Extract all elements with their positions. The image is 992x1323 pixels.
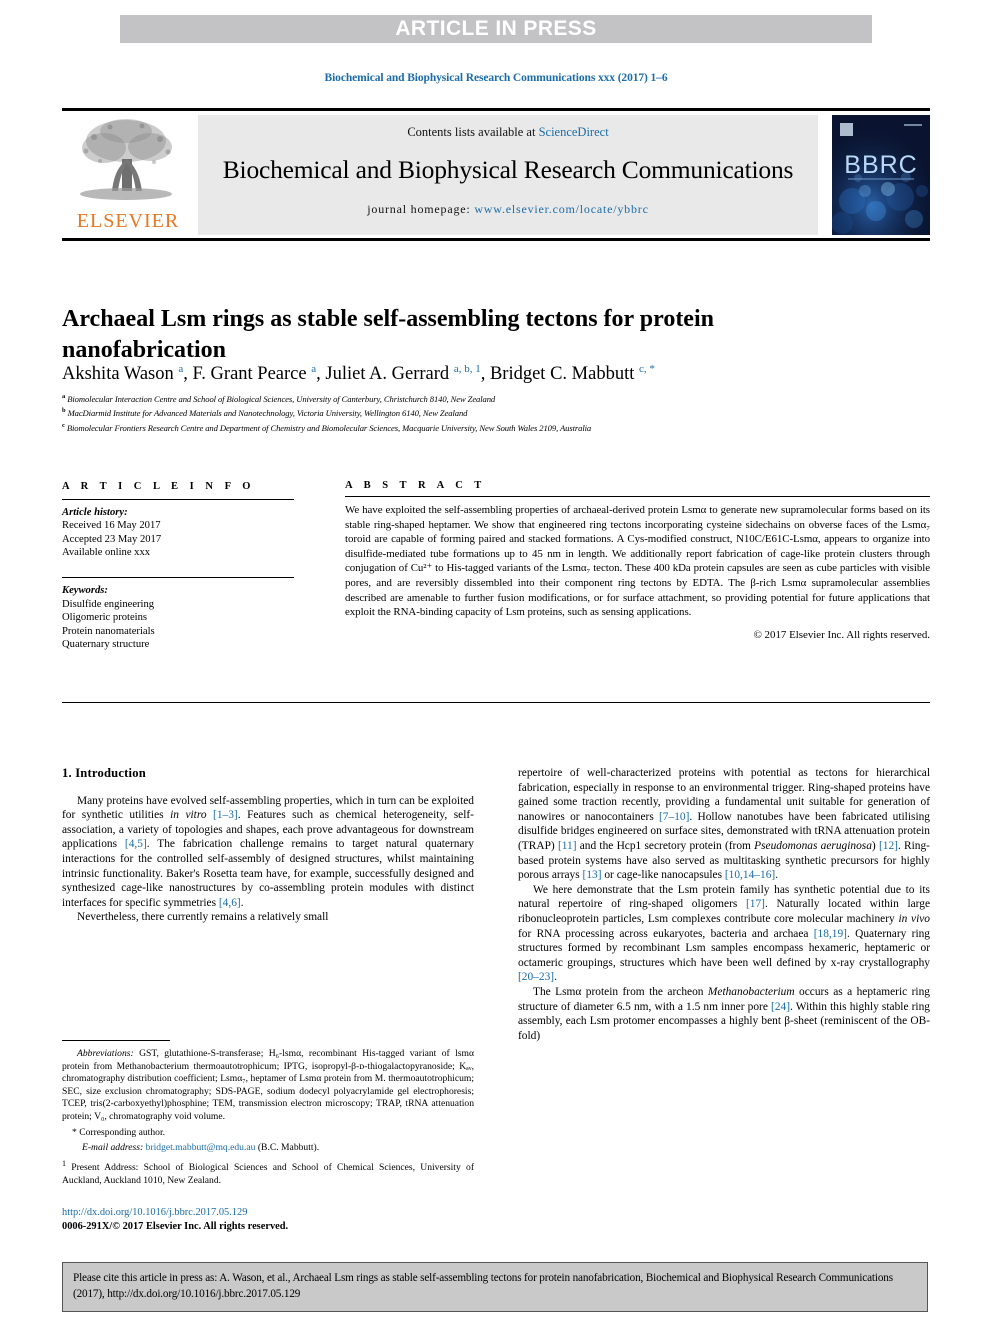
article-info-column: A R T I C L E I N F O Article history: R… xyxy=(62,480,294,652)
corresponding-author-text: Corresponding author. xyxy=(79,1126,166,1138)
body-column-left: 1. Introduction Many proteins have evolv… xyxy=(62,766,474,925)
history-accepted: Accepted 23 May 2017 xyxy=(62,533,162,545)
affiliation-item: c Biomolecular Frontiers Research Centre… xyxy=(62,420,922,434)
abstract-rule xyxy=(345,496,930,497)
elsevier-logo: ELSEVIER xyxy=(64,115,192,235)
article-history-block: Article history: Received 16 May 2017 Ac… xyxy=(62,506,294,560)
corresponding-author-email-link[interactable]: bridget.mabbutt@mq.edu.au xyxy=(146,1142,256,1153)
author-list: Akshita Wason a, F. Grant Pearce a, Juli… xyxy=(62,356,882,387)
email-suffix: (B.C. Mabbutt). xyxy=(257,1142,320,1154)
body-paragraph: repertoire of well-characterized protein… xyxy=(518,767,930,882)
footnote-separator-rule xyxy=(62,1040,170,1041)
svg-text:BBRC: BBRC xyxy=(844,151,917,179)
affiliation-list: a Biomolecular Interaction Centre and Sc… xyxy=(62,391,922,434)
doi-block: http://dx.doi.org/10.1016/j.bbrc.2017.05… xyxy=(62,1206,482,1234)
abbreviations-text: GST, glutathione-S-transferase; H₆-lsmα,… xyxy=(62,1048,474,1122)
bbrc-cover-svg: BBRC xyxy=(832,115,930,235)
article-in-press-label: ARTICLE IN PRESS xyxy=(395,17,597,40)
sciencedirect-link[interactable]: ScienceDirect xyxy=(539,125,609,139)
abstract-heading: A B S T R A C T xyxy=(345,480,486,491)
cite-this-article-text: Please cite this article in press as: A.… xyxy=(73,1272,893,1300)
journal-masthead: ELSEVIER Contents lists available at Sci… xyxy=(62,108,930,241)
article-history-label: Article history: xyxy=(62,506,128,518)
keyword-item: Oligomeric proteins xyxy=(62,612,148,624)
homepage-prefix: journal homepage: xyxy=(367,202,475,216)
body-paragraph: The Lsmα protein from the archeon Methan… xyxy=(518,985,930,1042)
article-in-press-banner: ARTICLE IN PRESS xyxy=(120,15,872,43)
elsevier-tree-icon xyxy=(70,115,182,207)
keyword-item: Disulfide engineering xyxy=(62,598,155,610)
article-info-heading: A R T I C L E I N F O xyxy=(62,481,255,492)
journal-homepage-link[interactable]: www.elsevier.com/locate/ybbrc xyxy=(474,202,648,216)
body-paragraph: We here demonstrate that the Lsm protein… xyxy=(518,883,931,984)
journal-title: Biochemical and Biophysical Research Com… xyxy=(222,155,794,184)
keywords-label: Keywords: xyxy=(62,584,108,596)
section-title-introduction: 1. Introduction xyxy=(62,766,146,780)
authors-text: Akshita Wason a, F. Grant Pearce a, Juli… xyxy=(62,363,655,385)
body-column-right: repertoire of well-characterized protein… xyxy=(518,766,930,1043)
keyword-item: Protein nanomaterials xyxy=(62,625,155,637)
affiliation-text: MacDiarmid Institute for Advanced Materi… xyxy=(67,408,468,419)
email-note: E-mail address: bridget.mabbutt@mq.edu.a… xyxy=(62,1142,474,1155)
footnote-marker-1: 1 xyxy=(62,1158,66,1168)
keywords-block: Keywords: Disulfide engineering Oligomer… xyxy=(62,576,294,652)
history-received: Received 16 May 2017 xyxy=(62,520,161,532)
asterisk-icon: * xyxy=(72,1126,77,1138)
issn-copyright-line: 0006-291X/© 2017 Elsevier Inc. All right… xyxy=(62,1221,289,1232)
body-paragraph: Many proteins have evolved self-assembli… xyxy=(62,794,474,909)
abstract-column: A B S T R A C T We have exploited the se… xyxy=(345,480,930,641)
abstract-block-bottom-rule xyxy=(62,702,930,703)
email-label: E-mail address: xyxy=(82,1142,144,1154)
elsevier-tree-svg xyxy=(80,119,172,200)
masthead-center-panel: Contents lists available at ScienceDirec… xyxy=(198,115,818,235)
abbreviations-label: Abbreviations: xyxy=(77,1048,134,1059)
running-head: Biochemical and Biophysical Research Com… xyxy=(324,72,668,84)
affiliation-item: b MacDiarmid Institute for Advanced Mate… xyxy=(62,405,922,419)
abstract-body: We have exploited the self-assembling pr… xyxy=(345,504,930,619)
present-address-label: Present Address: xyxy=(71,1161,139,1173)
present-address-note: 1 Present Address: School of Biological … xyxy=(62,1158,474,1187)
contents-available-line: Contents lists available at ScienceDirec… xyxy=(198,125,818,140)
affiliation-marker: b xyxy=(62,407,66,415)
affiliation-marker: c xyxy=(62,421,65,429)
article-info-rule xyxy=(62,498,294,500)
affiliation-marker: a xyxy=(62,393,66,400)
masthead-top-rule xyxy=(62,108,930,111)
elsevier-wordmark: ELSEVIER xyxy=(76,210,180,232)
keywords-rule xyxy=(62,576,294,578)
bbrc-journal-cover-image: BBRC xyxy=(832,115,930,235)
corresponding-author-note: * Corresponding author. xyxy=(62,1127,474,1140)
abstract-copyright: © 2017 Elsevier Inc. All rights reserved… xyxy=(753,628,930,641)
contents-prefix: Contents lists available at xyxy=(407,125,539,139)
doi-link[interactable]: http://dx.doi.org/10.1016/j.bbrc.2017.05… xyxy=(62,1207,247,1218)
affiliation-item: a Biomolecular Interaction Centre and Sc… xyxy=(62,391,922,405)
cite-this-article-box: Please cite this article in press as: A.… xyxy=(62,1262,928,1312)
keyword-item: Quaternary structure xyxy=(62,639,150,651)
abbreviations-note: Abbreviations: GST, glutathione-S-transf… xyxy=(62,1048,474,1124)
masthead-bottom-rule xyxy=(62,238,930,241)
body-paragraph: Nevertheless, there currently remains a … xyxy=(77,911,329,924)
affiliation-text: Biomolecular Frontiers Research Centre a… xyxy=(66,422,592,433)
affiliation-text: Biomolecular Interaction Centre and Scho… xyxy=(67,393,496,404)
journal-homepage-line: journal homepage: www.elsevier.com/locat… xyxy=(198,202,818,217)
history-online: Available online xxx xyxy=(62,547,151,559)
footnote-block: Abbreviations: GST, glutathione-S-transf… xyxy=(62,1040,474,1187)
